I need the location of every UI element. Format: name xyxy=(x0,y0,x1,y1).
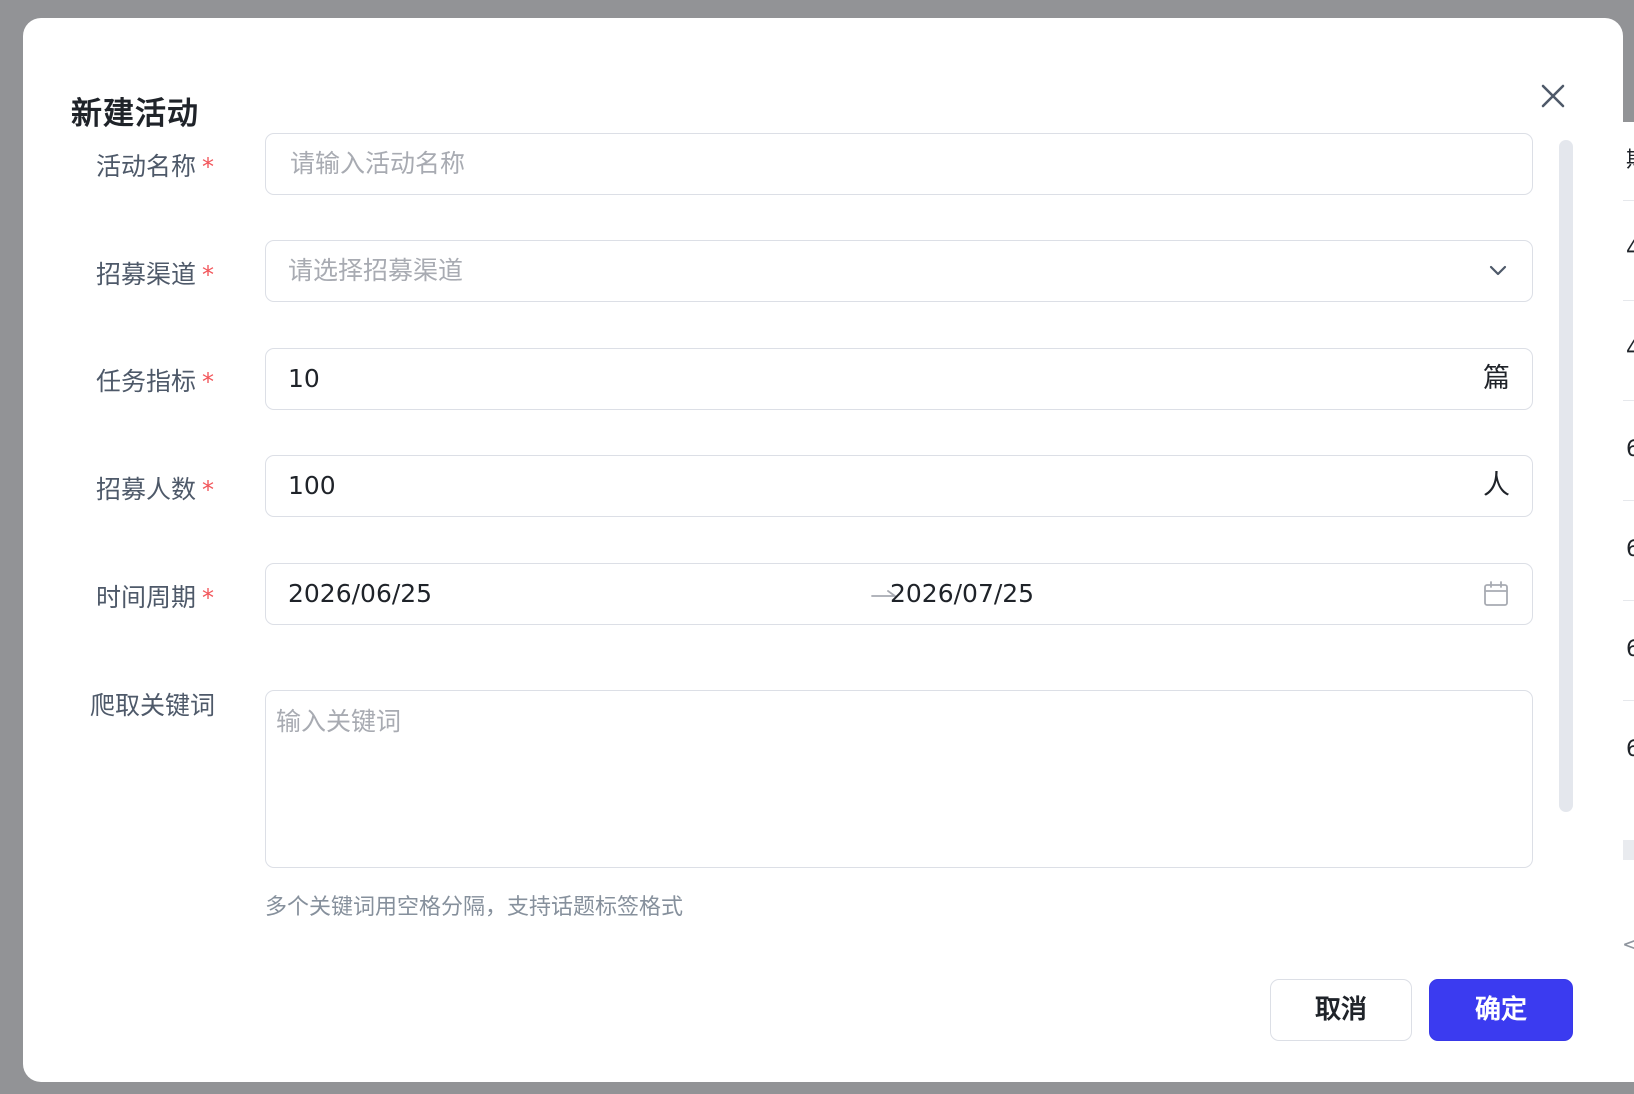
channel-placeholder: 请选择招募渠道 xyxy=(288,256,464,285)
background-table-header: 期 xyxy=(1626,142,1634,174)
keywords-hint: 多个关键词用空格分隔，支持话题标签格式 xyxy=(265,895,684,920)
period-label: 时间周期 * xyxy=(96,578,214,614)
dialog-title: 新建活动 xyxy=(71,96,199,132)
activity-name-placeholder: 请输入活动名称 xyxy=(290,149,466,178)
close-button[interactable] xyxy=(1531,74,1575,118)
task-target-input[interactable]: 10 篇 xyxy=(265,348,1533,410)
close-icon xyxy=(1541,84,1565,108)
required-mark: * xyxy=(202,476,215,504)
recruit-count-value: 100 xyxy=(288,471,336,500)
required-mark: * xyxy=(202,261,215,289)
recruit-count-label: 招募人数 * xyxy=(96,470,214,506)
calendar-icon xyxy=(1484,581,1508,606)
background-table-cell: 4 xyxy=(1626,237,1634,262)
period-date-range-picker[interactable]: 2026/06/25 2026/07/25 xyxy=(265,563,1533,625)
task-target-value: 10 xyxy=(288,364,320,393)
chevron-down-icon xyxy=(1489,265,1507,276)
recruit-count-suffix: 人 xyxy=(1483,470,1510,501)
required-mark: * xyxy=(202,584,215,612)
period-start-date[interactable]: 2026/06/25 xyxy=(288,564,432,624)
background-table-cell: 6 xyxy=(1626,437,1634,462)
task-target-label-text: 任务指标 xyxy=(96,367,197,396)
required-mark: * xyxy=(202,368,215,396)
period-end-date[interactable]: 2026/07/25 xyxy=(890,564,1034,624)
required-mark: * xyxy=(202,153,215,181)
recruit-count-input[interactable]: 100 人 xyxy=(265,455,1533,517)
period-label-text: 时间周期 xyxy=(96,583,197,612)
channel-label-text: 招募渠道 xyxy=(96,260,197,289)
confirm-button[interactable]: 确定 xyxy=(1429,979,1573,1041)
dialog-scrollbar[interactable] xyxy=(1559,140,1573,812)
keywords-textarea[interactable]: 输入关键词 xyxy=(265,690,1533,868)
activity-name-input[interactable]: 请输入活动名称 xyxy=(265,133,1533,195)
background-table-cell: 4 xyxy=(1626,337,1634,362)
task-target-suffix: 篇 xyxy=(1483,363,1510,394)
activity-name-label: 活动名称 * xyxy=(96,147,214,183)
background-pagination-prev: < xyxy=(1622,932,1634,956)
channel-label: 招募渠道 * xyxy=(96,255,214,291)
activity-name-label-text: 活动名称 xyxy=(96,152,197,181)
background-table-cell: 6 xyxy=(1626,737,1634,762)
task-target-label: 任务指标 * xyxy=(96,362,214,398)
keywords-placeholder: 输入关键词 xyxy=(276,707,402,736)
background-table-cell: 6 xyxy=(1626,637,1634,662)
channel-select[interactable]: 请选择招募渠道 xyxy=(265,240,1533,302)
cancel-button[interactable]: 取消 xyxy=(1270,979,1412,1041)
keywords-label: 爬取关键词 xyxy=(90,686,215,722)
keywords-label-text: 爬取关键词 xyxy=(90,691,216,720)
create-activity-dialog: 新建活动 活动名称 * 请输入活动名称 招募渠道 * 请选择招募渠道 任务指标 * 1… xyxy=(23,18,1623,1082)
recruit-count-label-text: 招募人数 xyxy=(96,475,197,504)
background-table-cell: 6 xyxy=(1626,537,1634,562)
